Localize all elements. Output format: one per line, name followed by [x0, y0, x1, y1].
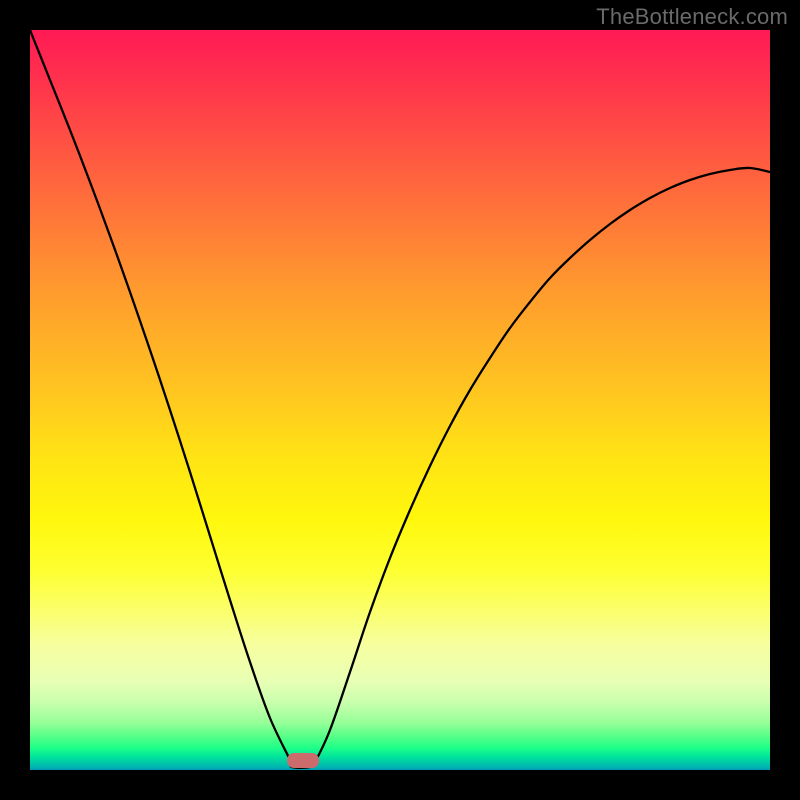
bottleneck-curve — [30, 30, 770, 768]
bottleneck-marker — [287, 753, 319, 768]
curve-layer — [30, 30, 770, 770]
plot-area — [30, 30, 770, 770]
watermark-text: TheBottleneck.com — [596, 4, 788, 30]
chart-frame: TheBottleneck.com — [0, 0, 800, 800]
